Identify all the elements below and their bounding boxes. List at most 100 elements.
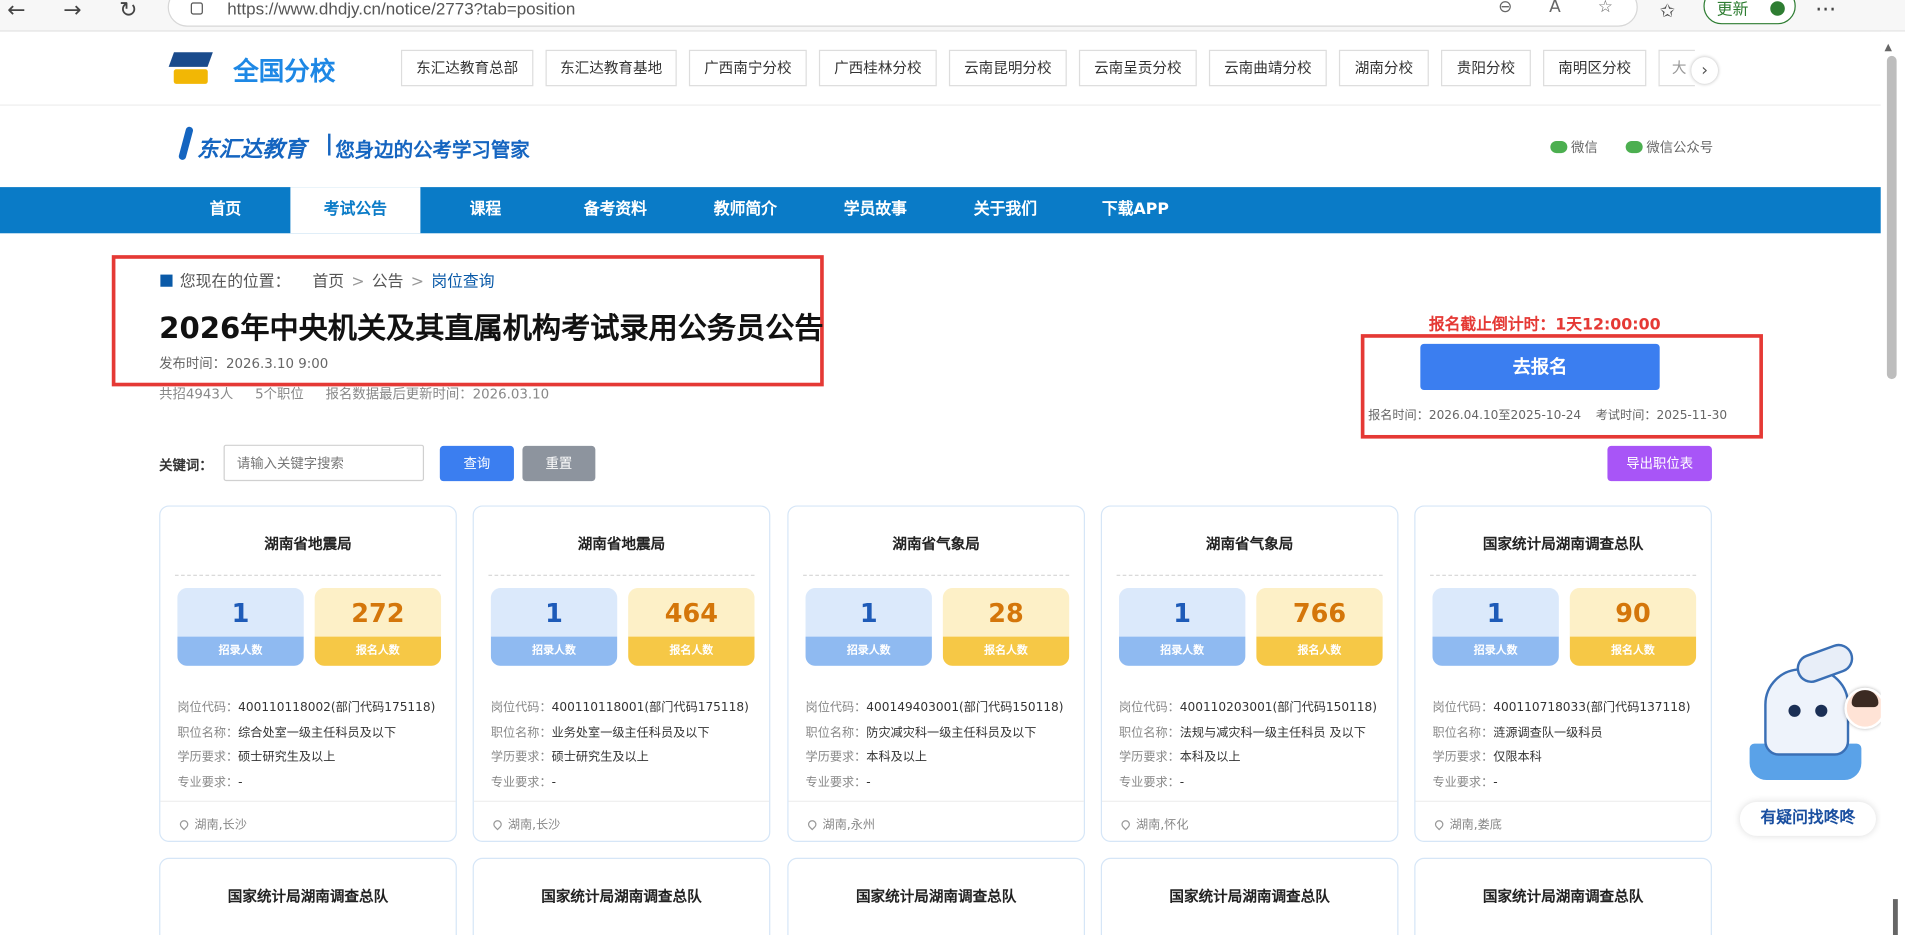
card-dept: 国家统计局湖南调查总队 <box>227 888 389 906</box>
recruit-count-box: 1 招录人数 <box>1432 588 1559 666</box>
position-card[interactable]: 湖南省气象局 1 招录人数 28 报名人数 岗位代码：400149403001(部门… <box>787 505 1085 842</box>
position-code: 400149403001(部门代码150118) <box>866 701 1064 715</box>
export-positions-button[interactable]: 导出职位表 <box>1607 445 1712 482</box>
position-card[interactable]: 湖南省气象局 1 招录人数 766 报名人数 岗位代码：400110203001(部… <box>1100 505 1399 842</box>
position-name: 综合处室一级主任科员及以下 <box>238 725 397 740</box>
logo-divider <box>328 133 331 156</box>
applied-label: 报名人数 <box>628 636 755 666</box>
field-label: 学历要求： <box>490 750 552 765</box>
position-code: 400110118002(部门代码175118) <box>238 701 436 715</box>
forward-icon[interactable]: → <box>63 0 81 22</box>
position-card[interactable]: 国家统计局湖南调查总队 <box>159 857 457 935</box>
breadcrumb-home[interactable]: 首页 <box>312 273 344 291</box>
refresh-icon[interactable]: ↻ <box>119 0 137 22</box>
nav-item-teachers[interactable]: 教师简介 <box>680 187 810 233</box>
helper-label[interactable]: 有疑问找咚咚 <box>1739 801 1876 836</box>
location-pin-icon <box>1119 818 1132 831</box>
breadcrumb-separator: > <box>351 273 365 292</box>
reset-button[interactable]: 重置 <box>522 445 596 482</box>
applied-count: 272 <box>351 598 405 629</box>
breadcrumb-notice[interactable]: 公告 <box>372 273 404 291</box>
field-label: 岗位代码： <box>490 701 552 715</box>
favorites-icon[interactable]: ✩ <box>1660 0 1675 22</box>
favorite-star-icon[interactable]: ☆ <box>1598 0 1613 17</box>
branches-title: 全国分校 <box>233 57 336 87</box>
card-location: 湖南,永州 <box>806 814 875 832</box>
wechat-link[interactable]: 微信 <box>1550 137 1598 156</box>
branch-tab[interactable]: 东汇达教育总部 <box>400 49 534 87</box>
branch-tab[interactable]: 云南曲靖分校 <box>1208 49 1327 87</box>
chevron-right-icon[interactable]: › <box>1691 57 1719 84</box>
register-period: 报名时间：2026.04.10至2025-10-24 <box>1368 409 1582 423</box>
total-recruit: 共招4943人 <box>159 386 234 403</box>
recruit-count: 1 <box>545 598 563 629</box>
applied-count: 90 <box>1615 598 1651 629</box>
position-card[interactable]: 湖南省地震局 1 招录人数 464 报名人数 岗位代码：400110118001(部… <box>472 505 771 842</box>
applied-label: 报名人数 <box>314 636 442 666</box>
education-req: 本科及以上 <box>866 750 928 765</box>
main-nav: 首页 考试公告 课程 备考资料 教师简介 学员故事 关于我们 下载APP <box>0 187 1881 234</box>
position-card[interactable]: 国家统计局湖南调查总队 <box>472 857 771 935</box>
card-dept: 国家统计局湖南调查总队 <box>1482 888 1644 906</box>
back-icon[interactable]: ← <box>7 0 25 22</box>
position-name: 业务处室一级主任科员及以下 <box>551 725 710 740</box>
position-card[interactable]: 国家统计局湖南调查总队 <box>787 857 1085 935</box>
nav-item-courses[interactable]: 课程 <box>420 187 550 233</box>
zoom-out-icon[interactable]: ⊖ <box>1498 0 1512 17</box>
nav-item-about[interactable]: 关于我们 <box>940 187 1070 233</box>
branch-tab[interactable]: 广西南宁分校 <box>688 49 807 87</box>
url-text[interactable]: https://www.dhdjy.cn/notice/2773?tab=pos… <box>227 0 575 18</box>
field-label: 学历要求： <box>805 750 867 765</box>
applied-count: 766 <box>1292 598 1347 629</box>
more-icon[interactable]: ··· <box>1815 0 1836 22</box>
branch-tab[interactable]: 贵阳分校 <box>1440 49 1531 87</box>
nav-item-stories[interactable]: 学员故事 <box>810 187 940 233</box>
branches-bar: 全国分校 东汇达教育总部 东汇达教育基地 广西南宁分校 广西桂林分校 云南昆明分… <box>0 33 1881 106</box>
update-badge-icon <box>1770 1 1785 16</box>
applied-count: 464 <box>664 598 718 629</box>
breadcrumb: 您现在的位置： 首页 > 公告 > 岗位查询 <box>160 269 495 292</box>
position-card[interactable]: 国家统计局湖南调查总队 <box>1100 857 1399 935</box>
location-text: 湖南,长沙 <box>194 818 247 833</box>
register-button[interactable]: 去报名 <box>1420 343 1660 391</box>
recruit-count: 1 <box>1486 598 1505 629</box>
wechat-official-link[interactable]: 微信公众号 <box>1625 137 1713 156</box>
branch-tab[interactable]: 大 <box>1658 49 1695 87</box>
branch-tab[interactable]: 云南昆明分校 <box>948 49 1067 87</box>
recruit-label: 招录人数 <box>805 636 932 666</box>
nav-item-materials[interactable]: 备考资料 <box>550 187 680 233</box>
card-divider <box>473 800 770 802</box>
education-req: 硕士研究生及以上 <box>551 750 649 765</box>
position-card[interactable]: 湖南省地震局 1 招录人数 272 报名人数 岗位代码：400110118002(部… <box>159 505 457 842</box>
position-name: 涟源调查队一级科员 <box>1493 725 1603 740</box>
read-aloud-icon[interactable]: A <box>1549 0 1561 17</box>
keyword-search-input[interactable] <box>223 444 425 482</box>
update-button[interactable]: 更新 <box>1703 0 1796 25</box>
education-req: 硕士研究生及以上 <box>238 750 336 765</box>
scrollbar-thumb[interactable] <box>1886 55 1897 380</box>
card-divider <box>160 800 456 802</box>
field-label: 岗位代码： <box>1432 701 1494 715</box>
branch-tab[interactable]: 云南呈贡分校 <box>1078 49 1197 87</box>
nav-item-download-app[interactable]: 下载APP <box>1070 187 1200 233</box>
applied-count-box: 464 报名人数 <box>628 588 755 666</box>
graduation-cap-icon <box>168 50 213 86</box>
nav-item-home[interactable]: 首页 <box>160 187 290 233</box>
branch-tab[interactable]: 湖南分校 <box>1338 49 1429 87</box>
address-bar[interactable]: https://www.dhdjy.cn/notice/2773?tab=pos… <box>167 0 1638 27</box>
scroll-up-icon[interactable]: ▲ <box>1884 41 1891 52</box>
position-card[interactable]: 国家统计局湖南调查总队 <box>1414 857 1712 935</box>
scrollbar-thumb-secondary[interactable] <box>1892 899 1898 935</box>
position-card[interactable]: 国家统计局湖南调查总队 1 招录人数 90 报名人数 岗位代码：4001107180… <box>1414 505 1712 842</box>
field-label: 岗位代码： <box>805 701 867 715</box>
query-button[interactable]: 查询 <box>439 445 514 482</box>
card-dept: 湖南省地震局 <box>264 535 352 553</box>
lock-icon[interactable] <box>190 2 203 15</box>
field-label: 岗位代码： <box>177 701 239 715</box>
nav-item-notices[interactable]: 考试公告 <box>290 187 421 234</box>
avatar[interactable] <box>1844 687 1886 729</box>
branch-tab[interactable]: 东汇达教育基地 <box>545 49 677 87</box>
branch-tab[interactable]: 南明区分校 <box>1543 49 1647 87</box>
breadcrumb-separator: > <box>410 273 425 292</box>
branch-tab[interactable]: 广西桂林分校 <box>818 49 937 87</box>
